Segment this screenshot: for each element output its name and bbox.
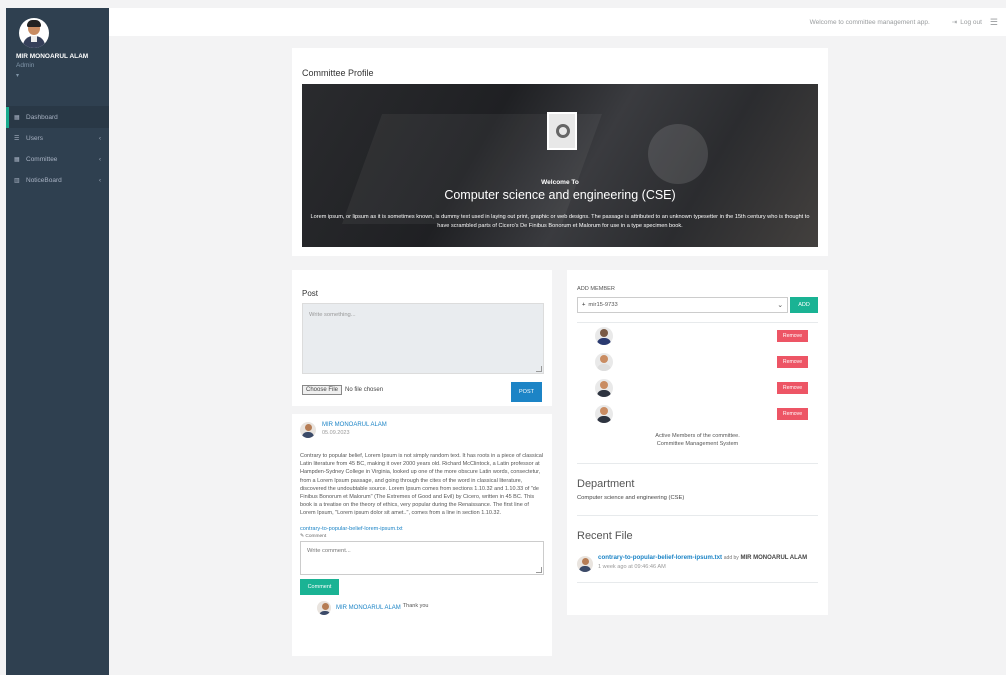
logout-label: Log out (960, 18, 982, 26)
background-cup-shape (648, 124, 708, 184)
sidebar-nav: ▦ Dashboard ☰ Users ‹ ▦ Committee ‹ ▥ No… (6, 106, 109, 191)
avatar (317, 600, 331, 615)
sidebar-item-label: Committee (26, 156, 58, 163)
grid-icon: ▦ (14, 157, 20, 163)
male-avatar (595, 379, 613, 397)
avatar (300, 422, 316, 438)
committee-description: Lorem ipsum, or lipsum as it is sometime… (310, 214, 810, 229)
file-row: Choose File No file chosen POST (302, 378, 542, 402)
post-date: 05.09.2023 (322, 430, 350, 436)
male-suit-avatar (595, 405, 613, 423)
department-heading: Computer science and engineering (CSE) (444, 188, 676, 202)
chevron-left-icon: ‹ (99, 156, 101, 163)
chevron-left-icon: ‹ (99, 135, 101, 142)
avatar (577, 556, 593, 572)
feed-post-card: MIR MONOARUL ALAM 05.09.2023 Contrary to… (292, 414, 552, 656)
choose-file-button[interactable]: Choose File (302, 385, 343, 395)
member-select[interactable]: + mir15-9733 ⌄ (577, 297, 789, 313)
list-icon: ☰ (14, 136, 20, 142)
welcome-to-text: Welcome To (541, 179, 579, 186)
member-select-value: mir15-9733 (588, 302, 618, 308)
bar-chart-icon: ▥ (14, 178, 20, 184)
department-title: Department (577, 478, 635, 490)
sign-out-icon: ⇥ (951, 19, 958, 26)
committee-logo (547, 112, 577, 150)
members-footer-line1: Active Members of the committee. (655, 433, 740, 439)
post-author[interactable]: MIR MONOARUL ALAM (322, 422, 387, 428)
member-row: Remove (577, 375, 818, 401)
post-card: Post Write something... Choose File No f… (292, 270, 552, 406)
logout-link[interactable]: ⇥ Log out (951, 18, 982, 27)
comment-textarea[interactable]: Write comment... (300, 540, 544, 575)
chevron-down-icon: ⌄ (777, 302, 784, 309)
remove-member-button[interactable]: Remove (777, 382, 808, 394)
members-footer: Active Members of the committee. Committ… (577, 432, 818, 448)
caret-down-icon[interactable]: ▾ (16, 72, 99, 79)
card-title: Committee Profile (302, 68, 374, 78)
member-row: Remove (577, 349, 818, 375)
committee-profile-card: Committee Profile Welcome To Computer sc… (292, 48, 828, 256)
post-header: MIR MONOARUL ALAM 05.09.2023 (300, 414, 544, 446)
recent-file-by: add by (723, 555, 739, 561)
comment-icon: ✎ (300, 533, 305, 539)
profile-block: MIR MONOARUL ALAM Admin ▾ (6, 8, 109, 103)
add-member-row: + mir15-9733 ⌄ ADD (577, 297, 818, 313)
add-member-label: ADD MEMBER (577, 286, 615, 292)
remove-member-button[interactable]: Remove (777, 330, 808, 342)
plus-icon: + (582, 302, 586, 308)
remove-member-button[interactable]: Remove (777, 356, 808, 368)
recent-file-link[interactable]: contrary-to-popular-belief-lorem-ipsum.t… (598, 554, 722, 561)
grid-icon: ▦ (14, 115, 20, 121)
divider (577, 463, 818, 464)
post-button[interactable]: POST (511, 382, 542, 402)
top-bar: Welcome to committee management app. ⇥ L… (109, 8, 1006, 36)
remove-member-button[interactable]: Remove (777, 408, 808, 420)
post-body: Contrary to popular belief, Lorem Ipsum … (300, 453, 544, 517)
comment-label-row: ✎ Comment (300, 534, 544, 539)
chevron-left-icon: ‹ (99, 177, 101, 184)
attachment-link[interactable]: contrary-to-popular-belief-lorem-ipsum.t… (300, 526, 544, 532)
sidebar-item-label: NoticeBoard (26, 177, 62, 184)
add-member-button[interactable]: ADD (790, 297, 818, 313)
department-value: Computer science and engineering (CSE) (577, 495, 685, 501)
avatar[interactable] (19, 18, 49, 48)
user-name[interactable]: MIR MONOARUL ALAM (16, 53, 99, 60)
post-textarea[interactable]: Write something... (302, 303, 544, 374)
recent-file-title: Recent File (577, 530, 633, 542)
member-row: Remove (577, 323, 818, 349)
card-title: Post (302, 289, 319, 298)
user-role: Admin (16, 62, 35, 69)
recent-file-time: 1 week ago at 09:46:46 AM (598, 563, 666, 570)
recent-file-item: contrary-to-popular-belief-lorem-ipsum.t… (577, 554, 818, 572)
member-row: Remove (577, 401, 818, 427)
menu-icon[interactable]: ☰ (990, 17, 998, 28)
divider (577, 515, 818, 516)
sidebar-item-noticeboard[interactable]: ▥ NoticeBoard ‹ (6, 170, 109, 191)
recent-file-author: MIR MONOARUL ALAM (740, 555, 808, 561)
sidebar: MIR MONOARUL ALAM Admin ▾ ▦ Dashboard ☰ … (6, 8, 109, 675)
comment-text: Thank you (402, 602, 429, 609)
comment-author[interactable]: MIR MONOARUL ALAM (336, 605, 401, 611)
comment-button[interactable]: Comment (300, 578, 339, 595)
file-status: No file chosen (345, 387, 384, 393)
sidebar-item-label: Users (26, 135, 43, 142)
comment-item: MIR MONOARUL ALAM Thank you (317, 600, 544, 615)
sidebar-item-committee[interactable]: ▦ Committee ‹ (6, 149, 109, 170)
female-avatar (595, 327, 613, 345)
sidebar-item-label: Dashboard (26, 114, 58, 121)
members-card: ADD MEMBER + mir15-9733 ⌄ ADD Remove Rem… (567, 270, 828, 615)
comment-label: Comment (305, 533, 327, 539)
committee-banner: Welcome To Computer science and engineer… (302, 84, 818, 247)
welcome-text: Welcome to committee management app. (809, 18, 930, 26)
members-footer-line2: Committee Management System (656, 441, 739, 447)
male-avatar (595, 353, 613, 371)
divider (577, 582, 818, 583)
sidebar-item-dashboard[interactable]: ▦ Dashboard (6, 107, 109, 128)
sidebar-item-users[interactable]: ☰ Users ‹ (6, 128, 109, 149)
